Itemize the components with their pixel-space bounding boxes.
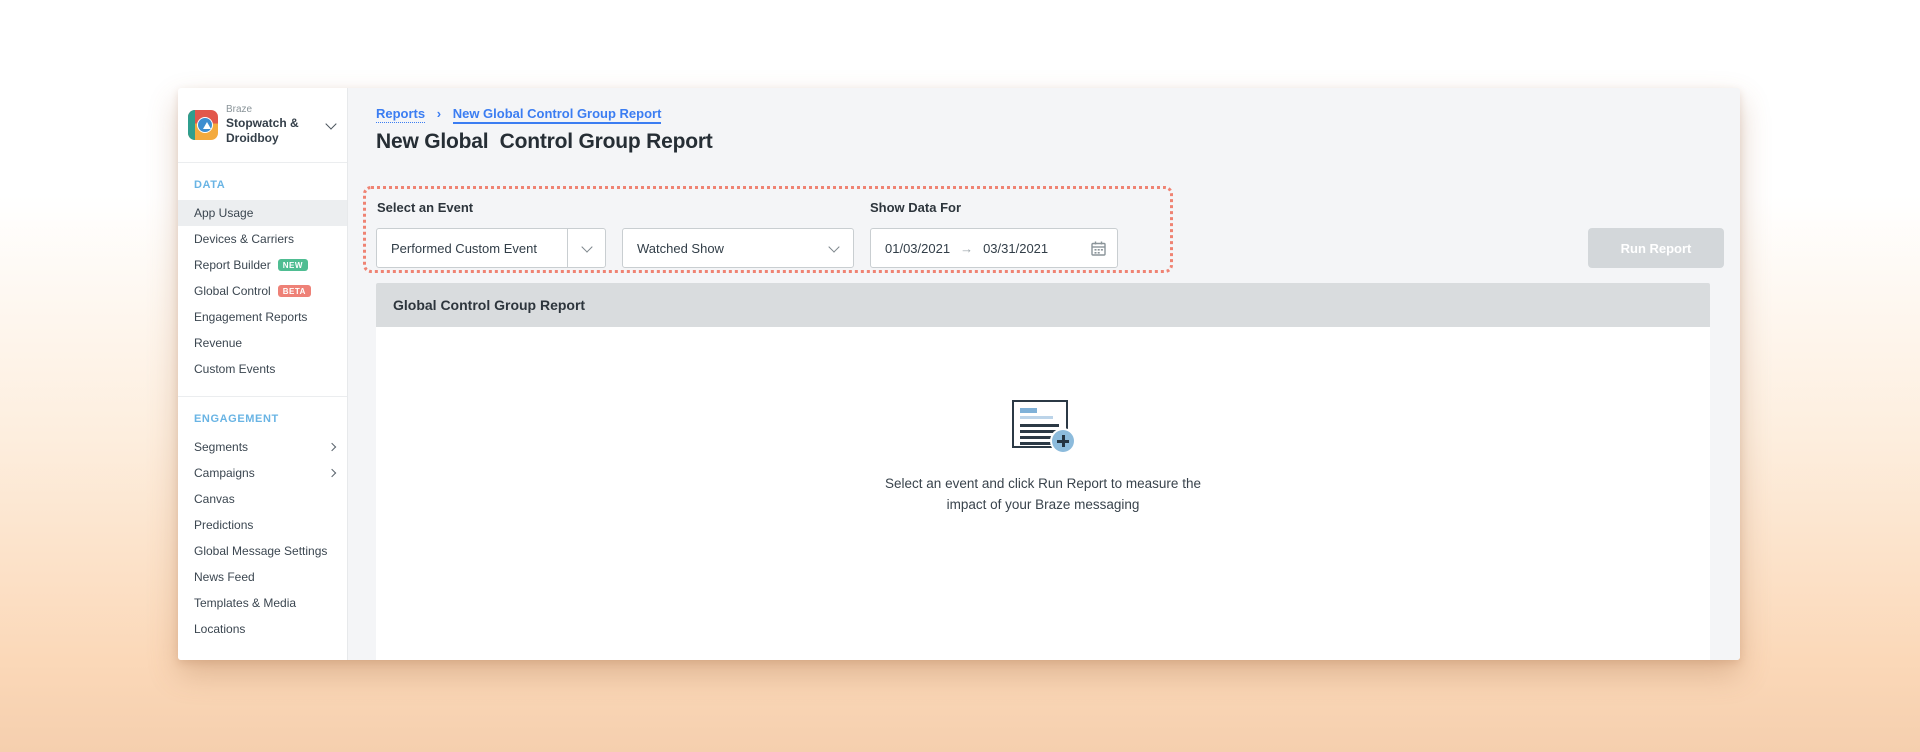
section-heading-engagement: ENGAGEMENT (178, 413, 347, 425)
beta-badge: BETA (278, 285, 311, 297)
event-type-value: Performed Custom Event (377, 241, 537, 256)
breadcrumb: Reports › New Global Control Group Repor… (376, 106, 661, 121)
report-panel-body: Select an event and click Run Report to … (376, 327, 1710, 660)
sidebar-item-campaigns[interactable]: Campaigns (178, 460, 347, 486)
dropdown-toggle (815, 229, 853, 267)
sidebar-item-custom-events[interactable]: Custom Events (178, 356, 347, 382)
sidebar-item-label: News Feed (194, 570, 255, 584)
sidebar-item-label: Locations (194, 622, 245, 636)
section-heading-data: DATA (178, 179, 347, 191)
workspace-switcher[interactable]: Braze Stopwatch & Droidboy (178, 88, 347, 163)
report-document-icon (1012, 400, 1074, 452)
page-title: New Global Control Group Report (376, 130, 713, 154)
calendar-icon (1091, 241, 1106, 256)
sidebar-item-label: Templates & Media (194, 596, 296, 610)
dropdown-toggle (567, 229, 605, 267)
sidebar-item-label: Predictions (194, 518, 253, 532)
sidebar-item-segments[interactable]: Segments (178, 434, 347, 460)
run-report-button[interactable]: Run Report (1588, 228, 1724, 268)
sidebar-item-app-usage[interactable]: App Usage (178, 200, 347, 226)
sidebar-item-predictions[interactable]: Predictions (178, 512, 347, 538)
sidebar-item-global-message-settings[interactable]: Global Message Settings (178, 538, 347, 564)
empty-state-message: Select an event and click Run Report to … (376, 474, 1710, 516)
sidebar-section-data: DATA App Usage Devices & Carriers Report… (178, 163, 347, 382)
workspace-name: Stopwatch & Droidboy (226, 116, 312, 146)
sidebar-item-label: Global Message Settings (194, 544, 327, 558)
chevron-right-icon (328, 443, 336, 451)
sidebar-item-label: Devices & Carriers (194, 232, 294, 246)
sidebar-item-label: Custom Events (194, 362, 275, 376)
workspace-app-icon (188, 110, 218, 140)
sidebar-item-label: Segments (194, 440, 248, 454)
sidebar-item-label: Canvas (194, 492, 235, 506)
new-badge: NEW (278, 259, 308, 271)
breadcrumb-reports-link[interactable]: Reports (376, 106, 425, 123)
sidebar-item-label: App Usage (194, 206, 253, 220)
chevron-right-icon (328, 469, 336, 477)
sidebar-item-label: Global Control (194, 284, 271, 298)
chevron-down-icon (828, 241, 839, 252)
sidebar-item-news-feed[interactable]: News Feed (178, 564, 347, 590)
event-dropdown[interactable]: Watched Show (622, 228, 854, 268)
date-end-value: 03/31/2021 (973, 241, 1056, 256)
sidebar-item-engagement-reports[interactable]: Engagement Reports (178, 304, 347, 330)
sidebar-item-templates-media[interactable]: Templates & Media (178, 590, 347, 616)
chevron-down-icon (325, 118, 336, 129)
sidebar-section-engagement: ENGAGEMENT Segments Campaigns Canvas Pre… (178, 397, 347, 642)
empty-state-line2: impact of your Braze messaging (376, 495, 1710, 516)
sidebar-item-label: Report Builder (194, 258, 271, 272)
arrow-right-icon: → (960, 241, 973, 256)
chevron-down-icon (581, 241, 592, 252)
sidebar-item-report-builder[interactable]: Report Builder NEW (178, 252, 347, 278)
show-data-for-label: Show Data For (870, 200, 961, 215)
brand-label: Braze (226, 104, 312, 117)
sidebar-item-label: Campaigns (194, 466, 255, 480)
report-panel-header: Global Control Group Report (376, 283, 1710, 327)
sidebar-item-global-control[interactable]: Global Control BETA (178, 278, 347, 304)
report-panel: Global Control Group Report Select an ev… (376, 283, 1710, 660)
sidebar-item-canvas[interactable]: Canvas (178, 486, 347, 512)
date-start-value: 01/03/2021 (871, 241, 960, 256)
sidebar-item-revenue[interactable]: Revenue (178, 330, 347, 356)
workspace-info: Braze Stopwatch & Droidboy (226, 104, 312, 147)
select-event-label: Select an Event (377, 200, 473, 215)
app-window: Braze Stopwatch & Droidboy DATA App Usag… (178, 88, 1740, 660)
sidebar-item-locations[interactable]: Locations (178, 616, 347, 642)
sidebar-item-devices-carriers[interactable]: Devices & Carriers (178, 226, 347, 252)
event-value: Watched Show (623, 241, 724, 256)
main-content: Reports › New Global Control Group Repor… (348, 88, 1740, 660)
empty-state-line1: Select an event and click Run Report to … (376, 474, 1710, 495)
breadcrumb-current-link[interactable]: New Global Control Group Report (453, 106, 662, 124)
sidebar: Braze Stopwatch & Droidboy DATA App Usag… (178, 88, 348, 660)
date-range-picker[interactable]: 01/03/2021 → 03/31/2021 (870, 228, 1118, 268)
breadcrumb-separator: › (437, 106, 441, 121)
add-plus-icon (1052, 430, 1074, 452)
event-type-dropdown[interactable]: Performed Custom Event (376, 228, 606, 268)
sidebar-item-label: Revenue (194, 336, 242, 350)
sidebar-item-label: Engagement Reports (194, 310, 307, 324)
